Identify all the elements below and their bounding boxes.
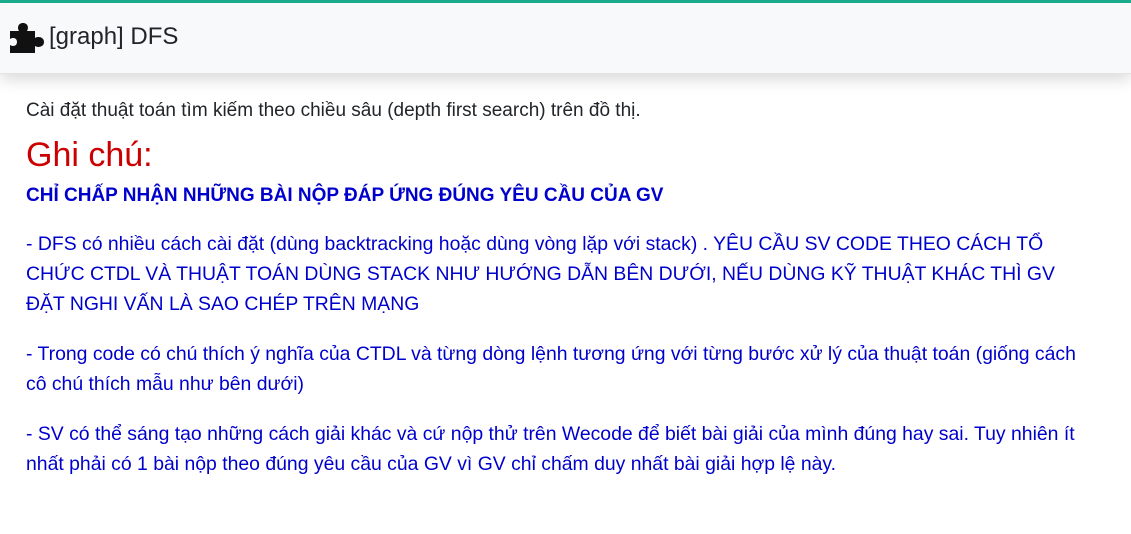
note-heading: Ghi chú:: [26, 136, 153, 174]
requirement-note: CHỈ CHẤP NHẬN NHỮNG BÀI NỘP ĐÁP ỨNG ĐÚNG…: [26, 185, 664, 206]
note-paragraph-stack: - DFS có nhiều cách cài đặt (dùng backtr…: [26, 233, 1055, 315]
problem-title: [graph] DFS: [49, 23, 179, 50]
problem-page: [graph] DFS Cài đặt thuật toán tìm kiếm …: [0, 0, 1131, 534]
puzzle-piece-icon: [10, 23, 44, 53]
note-paragraph-wecode: - SV có thể sáng tạo những cách giải khá…: [26, 423, 1075, 475]
problem-intro: Cài đặt thuật toán tìm kiếm theo chiều s…: [26, 100, 641, 121]
note-paragraph-comments: - Trong code có chú thích ý nghĩa của CT…: [26, 343, 1076, 395]
problem-header: [graph] DFS: [0, 3, 1131, 74]
problem-description: Cài đặt thuật toán tìm kiếm theo chiều s…: [26, 96, 1106, 479]
